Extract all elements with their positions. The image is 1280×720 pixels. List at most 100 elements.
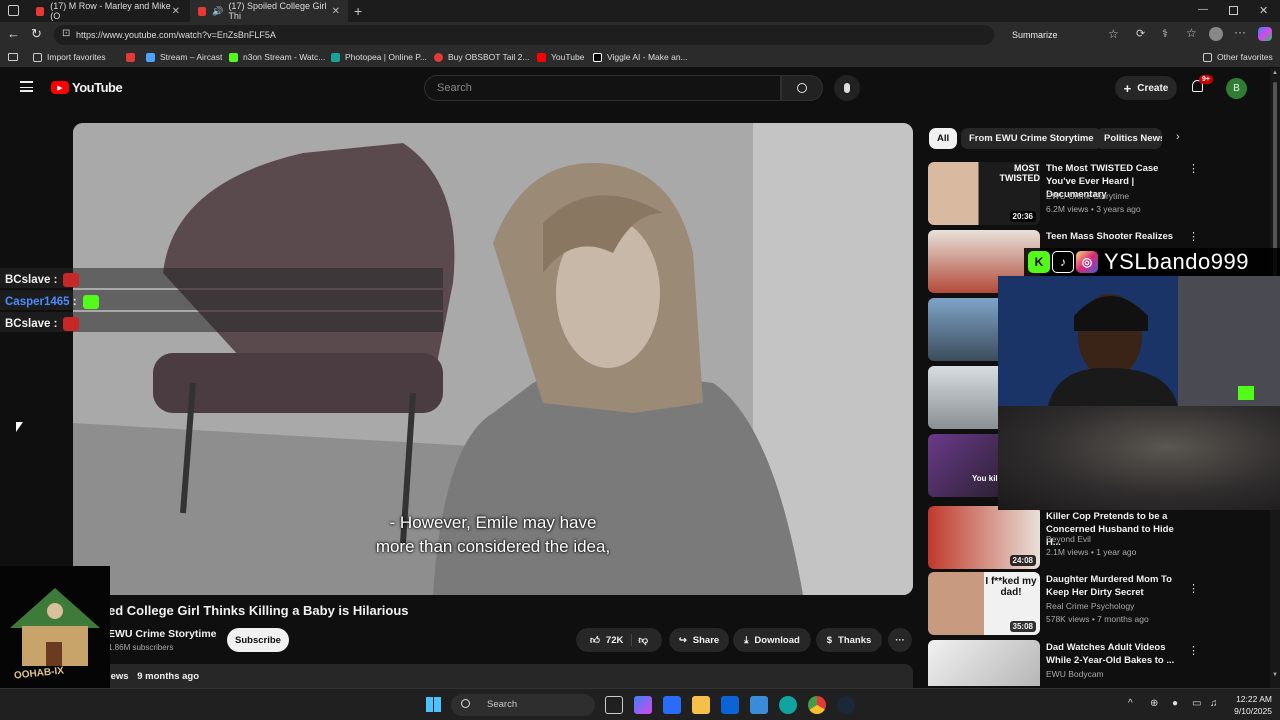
recommendation-item[interactable]: Dad Watches Adult Videos While 2-Year-Ol…: [928, 640, 1198, 686]
recommendation-item[interactable]: MOST TWISTED 20:36 The Most TWISTED Case…: [928, 162, 1199, 226]
recommendation-title[interactable]: Dad Watches Adult Videos While 2-Year-Ol…: [1046, 641, 1186, 667]
window-menu-icon[interactable]: [8, 5, 19, 16]
hamburger-menu-icon[interactable]: [20, 81, 33, 92]
account-avatar[interactable]: B: [1226, 78, 1247, 99]
recommendation-item[interactable]: I f**ked my dad! 35:08 Daughter Murdered…: [928, 572, 1199, 636]
url-field[interactable]: ⊡ https://www.youtube.com/watch?v=EnZsBn…: [54, 25, 1119, 45]
site-info-icon[interactable]: ⊡: [62, 28, 70, 39]
new-tab-icon[interactable]: +: [354, 3, 362, 19]
task-view-icon[interactable]: [605, 696, 623, 714]
profile-icon[interactable]: [1209, 27, 1223, 41]
download-button[interactable]: ⤓ Download: [733, 628, 811, 652]
bookmark-obsbot[interactable]: Buy OBSBOT Tail 2...: [434, 52, 529, 62]
more-options-icon[interactable]: ⋮: [1188, 230, 1199, 243]
bookmark-import-favorites[interactable]: Import favorites: [33, 52, 106, 62]
chip-from-channel[interactable]: From EWU Crime Storytime: [961, 128, 1102, 149]
video-player[interactable]: - However, Emile may have more than cons…: [73, 123, 913, 595]
close-tab-icon[interactable]: ✕: [332, 6, 340, 17]
voice-search-button[interactable]: [834, 75, 860, 101]
recommendation-item[interactable]: 24:08 Killer Cop Pretends to be a Concer…: [928, 506, 1198, 570]
channel-name[interactable]: EWU Crime Storytime: [108, 628, 217, 640]
copilot-app-icon[interactable]: [634, 696, 652, 714]
more-options-icon[interactable]: ⋮: [1188, 162, 1199, 175]
more-options-icon[interactable]: ⋮: [1188, 582, 1199, 595]
tray-chevron-icon[interactable]: ^: [1128, 698, 1133, 709]
video-thumbnail[interactable]: [928, 640, 1040, 686]
recommendation-meta: 578K views • 7 months ago: [1046, 614, 1149, 624]
create-button[interactable]: + Create: [1115, 76, 1177, 100]
more-actions-button[interactable]: ···: [888, 628, 912, 652]
bookmark-stream-aircast[interactable]: Stream – Aircast: [146, 52, 222, 62]
share-button[interactable]: ↪ Share: [669, 628, 729, 652]
favorites-icon[interactable]: ☆: [1186, 26, 1197, 40]
microsoft-store-icon[interactable]: [663, 696, 681, 714]
tray-mic-icon[interactable]: ●: [1172, 698, 1178, 709]
browser-essentials-icon[interactable]: ⚕: [1162, 27, 1168, 40]
more-menu-icon[interactable]: ···: [1234, 25, 1246, 39]
bookmark-label: Other favorites: [1217, 52, 1273, 62]
tiktok-logo-icon: ♪: [1052, 251, 1074, 273]
video-thumbnail[interactable]: 24:08: [928, 506, 1040, 569]
speaker-icon[interactable]: 🔊: [212, 6, 223, 17]
scroll-up-icon[interactable]: ▲: [1272, 70, 1278, 76]
recommendation-channel[interactable]: EWU Crime Storytime: [1046, 191, 1129, 201]
taskbar-clock[interactable]: 12:22 AM 9/10/2025: [1228, 693, 1272, 717]
taskbar-search-input[interactable]: Search: [451, 694, 595, 716]
youtube-bookmark-icon[interactable]: [126, 53, 135, 62]
search-input[interactable]: Search: [424, 75, 781, 101]
notifications-button[interactable]: 9+: [1190, 75, 1213, 96]
back-icon[interactable]: ←: [7, 26, 20, 41]
bookmark-n3on-stream[interactable]: n3on Stream - Watc...: [229, 52, 325, 62]
refresh-icon[interactable]: ↻: [31, 26, 42, 42]
tray-network-icon[interactable]: ⊕: [1150, 698, 1158, 709]
outlook-icon[interactable]: [721, 696, 739, 714]
photos-icon[interactable]: [750, 696, 768, 714]
thanks-button[interactable]: $ Thanks: [816, 628, 882, 652]
create-label: Create: [1137, 82, 1169, 94]
instagram-logo-icon: ◎: [1076, 251, 1098, 273]
thumbnail-text: I f**ked my dad!: [985, 576, 1037, 598]
browser-tab-1[interactable]: (17) M Row - Marley and Mike (O ✕: [28, 0, 188, 22]
subscribe-button[interactable]: Subscribe: [227, 628, 289, 652]
recommendation-channel[interactable]: Beyond Evil: [1046, 534, 1091, 544]
tray-display-icon[interactable]: ▭: [1192, 698, 1201, 709]
recommendation-channel[interactable]: EWU Bodycam: [1046, 669, 1104, 679]
steam-icon[interactable]: [837, 696, 855, 714]
like-button[interactable]: 👍︎ 72K: [590, 634, 633, 646]
tray-volume-icon[interactable]: ♫: [1210, 698, 1218, 709]
subscriber-count: 1.86M subscribers: [108, 643, 174, 652]
recommendation-title[interactable]: Daughter Murdered Mom To Keep Her Dirty …: [1046, 573, 1186, 599]
scroll-down-icon[interactable]: ▼: [1272, 672, 1278, 678]
dislike-button[interactable]: 👎︎: [638, 634, 648, 646]
video-thumbnail[interactable]: I f**ked my dad! 35:08: [928, 572, 1040, 635]
chip-all[interactable]: All: [929, 128, 958, 149]
favorite-star-icon[interactable]: ☆: [1108, 27, 1119, 41]
copilot-icon[interactable]: [1258, 27, 1272, 41]
bookmark-youtube[interactable]: YouTube: [537, 52, 584, 62]
chrome-icon[interactable]: [808, 696, 826, 714]
video-thumbnail[interactable]: MOST TWISTED 20:36: [928, 162, 1040, 225]
chips-next-chevron-icon[interactable]: ›: [1176, 131, 1180, 143]
extensions-icon[interactable]: ⟳: [1136, 27, 1145, 40]
other-favorites-folder[interactable]: Other favorites: [1203, 52, 1273, 62]
minimize-icon[interactable]: —: [1198, 4, 1208, 15]
recommendation-title[interactable]: Teen Mass Shooter Realizes: [1046, 230, 1186, 243]
youtube-logo[interactable]: ▶ YouTube: [51, 80, 123, 95]
edge-browser-icon[interactable]: [779, 696, 797, 714]
close-tab-icon[interactable]: ✕: [172, 6, 180, 17]
browser-tab-2[interactable]: 🔊 (17) Spoiled College Girl Thi ✕: [190, 0, 348, 22]
recommendation-channel[interactable]: Real Crime Psychology: [1046, 601, 1134, 611]
file-explorer-icon[interactable]: [692, 696, 710, 714]
maximize-icon[interactable]: [1229, 6, 1238, 15]
more-options-icon[interactable]: ⋮: [1188, 644, 1198, 657]
reading-list-icon[interactable]: [8, 53, 18, 61]
close-window-icon[interactable]: ✕: [1259, 4, 1268, 17]
bookmark-viggle[interactable]: Viggle AI - Make an...: [593, 52, 688, 62]
search-button[interactable]: [781, 75, 823, 101]
download-icon: ⤓: [744, 634, 749, 646]
chip-politics-news[interactable]: Politics News: [1096, 128, 1162, 149]
bookmark-photopea[interactable]: Photopea | Online P...: [331, 52, 427, 62]
summarize-label[interactable]: Summarize: [1012, 30, 1058, 40]
obsbot-icon: [434, 52, 443, 62]
windows-start-icon[interactable]: [426, 697, 441, 712]
